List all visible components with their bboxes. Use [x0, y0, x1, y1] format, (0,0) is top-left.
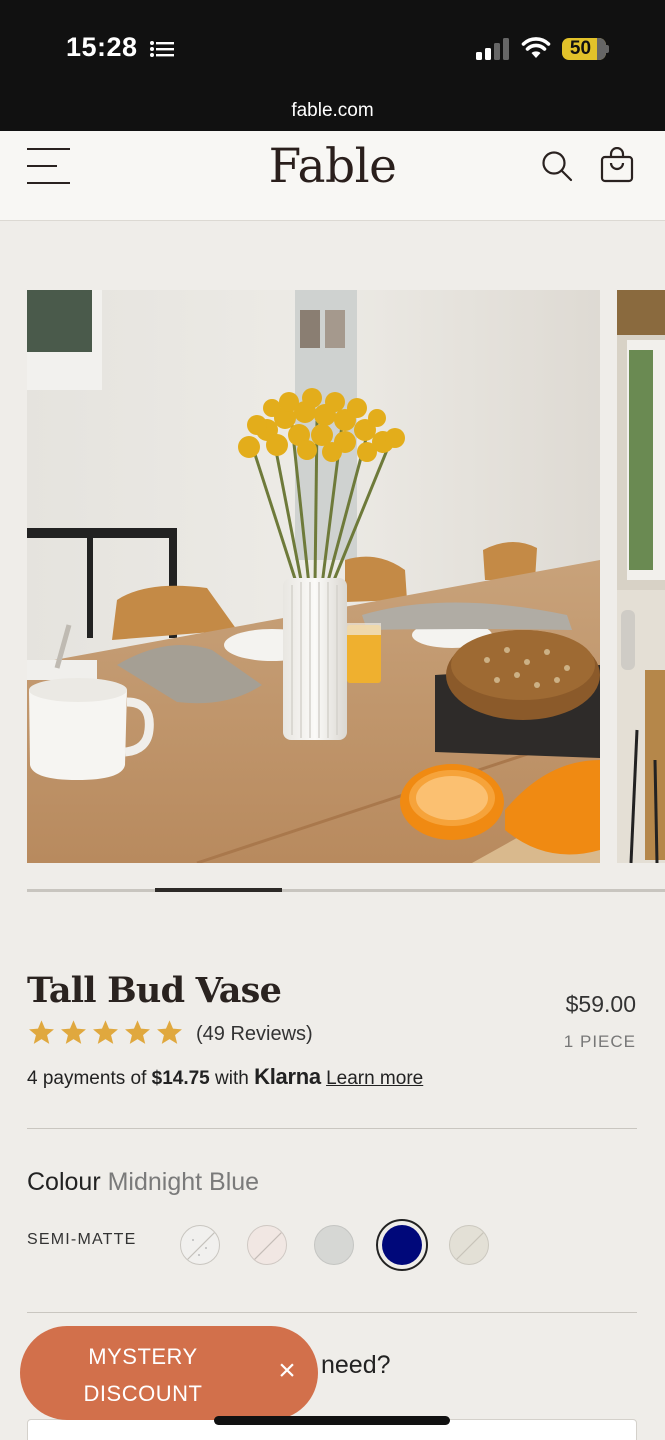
colour-heading: Colour Midnight Blue [27, 1168, 259, 1197]
product-title: Tall Bud Vase [27, 970, 282, 1011]
status-bar: 15:28 50 [0, 0, 665, 92]
payments-middle: with [209, 1068, 255, 1089]
klarna-logo: Klarna [254, 1064, 321, 1089]
mystery-discount-label: MYSTERY DISCOUNT [50, 1338, 236, 1412]
section-heading-partial: need? [321, 1351, 391, 1379]
finish-label: SEMI-MATTE [27, 1231, 137, 1248]
star-icon [125, 1020, 150, 1044]
signal-icon [476, 38, 509, 60]
wifi-icon [521, 37, 551, 58]
swatch-sand[interactable] [449, 1225, 489, 1265]
next-product-image[interactable] [617, 290, 665, 863]
unavailable-slash [451, 1227, 488, 1264]
product-price: $59.00 [565, 991, 636, 1017]
star-icon [61, 1020, 86, 1044]
battery-nub [606, 45, 609, 53]
gallery-progress [27, 888, 665, 892]
swatch-midnight-blue[interactable] [382, 1225, 422, 1265]
unavailable-slash [249, 1227, 286, 1264]
divider [27, 1128, 637, 1129]
star-icon [93, 1020, 118, 1044]
star-icon [157, 1020, 182, 1044]
battery-icon: 50 [562, 38, 606, 60]
gallery-progress-thumb [155, 888, 282, 892]
payments-prefix: 4 payments of [27, 1068, 152, 1089]
mystery-discount-button[interactable]: MYSTERY DISCOUNT × [20, 1326, 318, 1420]
divider [27, 1312, 637, 1313]
klarna-payments: 4 payments of $14.75 with Klarna Learn m… [27, 1064, 423, 1090]
product-image[interactable] [27, 290, 600, 863]
swatch-blush[interactable] [247, 1225, 287, 1265]
product-unit: 1 PIECE [563, 1032, 636, 1051]
colour-selected-value: Midnight Blue [107, 1168, 260, 1196]
url-bar[interactable]: fable.com [0, 92, 665, 132]
product-photo [27, 290, 600, 863]
colour-label: Colour [27, 1168, 101, 1196]
home-indicator[interactable] [214, 1416, 450, 1425]
star-icon [29, 1020, 54, 1044]
payments-amount: $14.75 [151, 1068, 210, 1089]
rating-stars[interactable] [27, 1018, 184, 1050]
status-time: 15:28 [66, 32, 138, 62]
site-header: Fable [0, 131, 665, 221]
product-gallery[interactable] [27, 290, 665, 863]
unavailable-slash [182, 1227, 219, 1264]
mystery-discount-line2: DISCOUNT [83, 1381, 203, 1406]
menu-icon[interactable] [27, 148, 71, 186]
mystery-discount-line1: MYSTERY [88, 1344, 198, 1369]
close-icon[interactable]: × [274, 1356, 300, 1386]
search-icon[interactable] [541, 150, 573, 182]
learn-more-link[interactable]: Learn more [326, 1068, 423, 1089]
next-product-photo [617, 290, 665, 863]
list-icon [150, 41, 174, 57]
cart-icon[interactable] [600, 147, 634, 183]
swatch-grey[interactable] [314, 1225, 354, 1265]
swatch-speckled-white[interactable] [180, 1225, 220, 1265]
reviews-link[interactable]: (49 Reviews) [196, 1023, 313, 1046]
battery-level: 50 [569, 38, 592, 59]
